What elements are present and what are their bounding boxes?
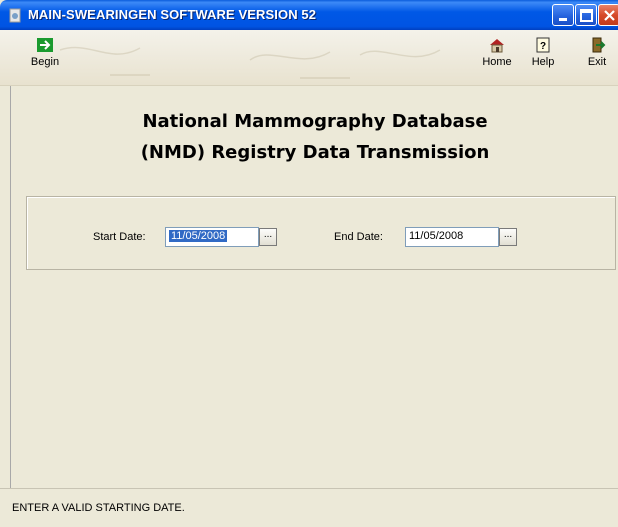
close-icon [604,10,615,21]
start-date-picker-button[interactable]: ... [259,228,277,246]
page-title-line1: National Mammography Database [142,111,488,132]
main-panel: National Mammography Database (NMD) Regi… [10,86,618,488]
app-icon [9,8,21,23]
arrow-right-icon [37,38,53,52]
help-label: Help [531,56,555,68]
svg-text:?: ? [540,41,546,52]
exit-label: Exit [587,56,607,68]
help-icon: ? [536,37,550,53]
page-title: National Mammography Database (NMD) Regi… [11,106,618,168]
help-button[interactable]: ? Help [528,36,558,68]
begin-label: Begin [30,56,60,68]
end-date-picker-button[interactable]: ... [499,228,517,246]
toolbar-texture [59,46,441,79]
end-date-value: 11/05/2008 [409,230,464,242]
start-date-value: 11/05/2008 [169,230,228,242]
exit-button[interactable]: Exit [584,36,610,68]
status-message: ENTER A VALID STARTING DATE. [12,502,185,514]
title-bar[interactable]: MAIN-SWEARINGEN SOFTWARE VERSION 52 [0,0,618,30]
end-date-label: End Date: [334,231,383,243]
status-bar: ENTER A VALID STARTING DATE. [0,488,618,527]
home-button[interactable]: Home [478,36,516,68]
home-icon [490,39,504,53]
date-range-panel: Start Date: 11/05/2008 ... End Date: 11/… [26,196,616,270]
begin-button[interactable]: Begin [28,36,62,68]
window-title: MAIN-SWEARINGEN SOFTWARE VERSION 52 [28,7,317,22]
exit-door-icon [592,37,606,53]
maximize-button[interactable] [575,4,597,26]
app-window: MAIN-SWEARINGEN SOFTWARE VERSION 52 Begi… [0,0,618,527]
start-date-field[interactable]: 11/05/2008 [165,227,259,247]
page-title-line2: (NMD) Registry Data Transmission [140,142,490,163]
toolbar: Begin Home ? Help Exit [0,30,618,86]
end-date-field[interactable]: 11/05/2008 [405,227,499,247]
maximize-icon [580,9,593,22]
start-date-label: Start Date: [93,231,146,243]
close-button[interactable] [598,4,618,26]
minimize-icon [559,18,567,21]
minimize-button[interactable] [552,4,574,26]
home-label: Home [482,56,512,68]
